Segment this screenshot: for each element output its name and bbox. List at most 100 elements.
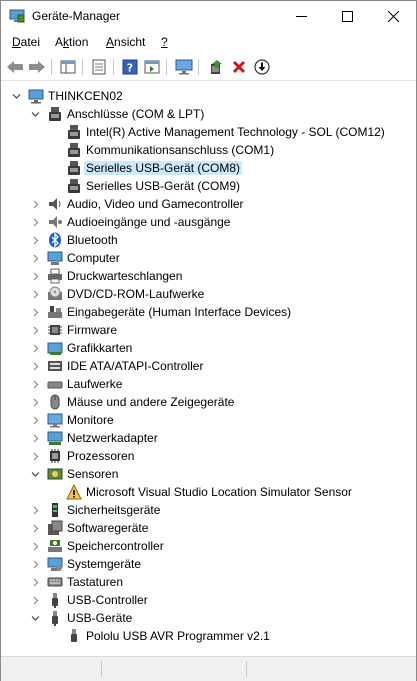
tree-item-label: Systemgeräte <box>67 557 142 571</box>
tree-item-label: Audio, Video und Gamecontroller <box>67 197 244 211</box>
collapsed-chevron-icon[interactable] <box>30 271 40 281</box>
minimize-button[interactable] <box>278 1 324 32</box>
category-item[interactable]: Mäuse und andere Zeigegeräte <box>1 393 416 411</box>
collapsed-chevron-icon[interactable] <box>30 307 40 317</box>
collapsed-chevron-icon[interactable] <box>30 541 40 551</box>
processor-icon <box>50 449 60 463</box>
category-item[interactable]: Firmware <box>1 321 416 339</box>
collapsed-chevron-icon[interactable] <box>30 433 40 443</box>
disable-device-button[interactable] <box>252 57 272 77</box>
properties-button[interactable] <box>89 57 109 77</box>
device-port[interactable]: Serielles USB-Gerät (COM8) <box>1 159 416 177</box>
menu-item-datei[interactable]: Datei <box>12 35 40 49</box>
collapsed-chevron-icon[interactable] <box>30 523 40 533</box>
expanded-chevron-icon[interactable] <box>11 91 21 101</box>
collapsed-chevron-icon[interactable] <box>30 235 40 245</box>
menu-bar: Datei Aktion Ansicht? <box>1 32 416 52</box>
menu-item-aktion[interactable]: Aktion <box>55 35 88 49</box>
category-item[interactable]: IDE ATA/ATAPI-Controller <box>1 357 416 375</box>
category-ports[interactable]: Anschlüsse (COM & LPT) <box>1 105 416 123</box>
category-item[interactable]: Computer <box>1 249 416 267</box>
menu-item-help[interactable]: ? <box>161 35 168 49</box>
category-item[interactable]: Netzwerkadapter <box>1 429 416 447</box>
category-item[interactable]: Monitore <box>1 411 416 429</box>
category-item[interactable]: Bluetooth <box>1 231 416 249</box>
scan-hardware-button[interactable] <box>174 57 194 77</box>
collapsed-chevron-icon[interactable] <box>30 595 40 605</box>
help-icon: ? <box>122 59 138 75</box>
device-tree: THINKCEN02 Anschlüsse (COM & LPT) Intel(R)… <box>1 81 416 656</box>
tree-root-computer[interactable]: THINKCEN02 <box>1 87 416 105</box>
arrow-left-icon <box>7 61 23 73</box>
collapsed-chevron-icon[interactable] <box>30 397 40 407</box>
category-item[interactable]: Sicherheitsgeräte <box>1 501 416 519</box>
category-item[interactable]: Audio, Video und Gamecontroller <box>1 195 416 213</box>
category-item[interactable]: Tastaturen <box>1 573 416 591</box>
device-port[interactable]: Kommunikationsanschluss (COM1) <box>1 141 416 159</box>
collapsed-chevron-icon[interactable] <box>30 253 40 263</box>
close-button[interactable] <box>370 1 416 32</box>
collapsed-chevron-icon[interactable] <box>30 559 40 569</box>
category-item[interactable]: Speichercontroller <box>1 537 416 555</box>
monitor-icon <box>47 413 63 428</box>
tree-item-label: Sicherheitsgeräte <box>67 503 161 517</box>
expanded-chevron-icon[interactable] <box>30 469 40 479</box>
collapsed-chevron-icon[interactable] <box>30 325 40 335</box>
collapsed-chevron-icon[interactable] <box>30 415 40 425</box>
menu-item-ansicht[interactable]: Ansicht <box>106 35 145 49</box>
computer-icon <box>28 89 44 104</box>
storage-controller-icon <box>48 540 62 552</box>
tree-item-label: Computer <box>67 251 120 265</box>
device-sensor[interactable]: Microsoft Visual Studio Location Simulat… <box>1 483 416 501</box>
collapsed-chevron-icon[interactable] <box>30 577 40 587</box>
category-item[interactable]: Laufwerke <box>1 375 416 393</box>
category-item[interactable]: DVD/CD-ROM-Laufwerke <box>1 285 416 303</box>
category-item[interactable]: Grafikkarten <box>1 339 416 357</box>
tree-item-label: Sensoren <box>67 467 119 481</box>
help-button[interactable]: ? <box>120 57 140 77</box>
uninstall-device-button[interactable] <box>229 57 249 77</box>
collapsed-chevron-icon[interactable] <box>30 505 40 515</box>
category-item[interactable]: Druckwarteschlangen <box>1 267 416 285</box>
tree-item-label: Mäuse und andere Zeigegeräte <box>67 395 235 409</box>
usb-icon <box>52 611 58 626</box>
category-sensors[interactable]: Sensoren <box>1 465 416 483</box>
collapsed-chevron-icon[interactable] <box>30 379 40 389</box>
bluetooth-icon <box>49 232 61 248</box>
speaker-icon <box>49 198 61 210</box>
window-title: Geräte-Manager <box>32 9 121 23</box>
device-port[interactable]: Serielles USB-Gerät (COM9) <box>1 177 416 195</box>
category-usb-devices[interactable]: USB-Geräte <box>1 609 416 627</box>
serial-port-icon <box>68 143 80 157</box>
update-driver-button[interactable] <box>206 57 226 77</box>
serial-port-icon <box>68 179 80 193</box>
category-item[interactable]: Softwaregeräte <box>1 519 416 537</box>
back-button[interactable] <box>5 57 25 77</box>
category-item[interactable]: Audioeingänge und -ausgänge <box>1 213 416 231</box>
collapsed-chevron-icon[interactable] <box>30 199 40 209</box>
collapsed-chevron-icon[interactable] <box>30 217 40 227</box>
forward-button[interactable] <box>27 57 47 77</box>
collapsed-chevron-icon[interactable] <box>30 361 40 371</box>
action-pane-button[interactable] <box>142 57 162 77</box>
maximize-button[interactable] <box>324 1 370 32</box>
tree-item-label: Microsoft Visual Studio Location Simulat… <box>86 485 352 499</box>
expanded-chevron-icon[interactable] <box>30 109 40 119</box>
device-usb[interactable]: Pololu USB AVR Programmer v2.1 <box>1 627 416 645</box>
usb-icon <box>52 593 58 608</box>
tree-item-label: Druckwarteschlangen <box>67 269 183 283</box>
device-port[interactable]: Intel(R) Active Management Technology - … <box>1 123 416 141</box>
title-bar: Geräte-Manager <box>1 1 416 32</box>
audio-io-icon <box>49 216 62 228</box>
show-hide-console-tree-button[interactable] <box>58 57 78 77</box>
expanded-chevron-icon[interactable] <box>30 613 40 623</box>
category-item[interactable]: Prozessoren <box>1 447 416 465</box>
category-item[interactable]: Systemgeräte <box>1 555 416 573</box>
collapsed-chevron-icon[interactable] <box>30 451 40 461</box>
tree-item-label: Laufwerke <box>67 377 123 391</box>
tree-item-label: Monitore <box>67 413 114 427</box>
collapsed-chevron-icon[interactable] <box>30 289 40 299</box>
category-item[interactable]: Eingabegeräte (Human Interface Devices) <box>1 303 416 321</box>
collapsed-chevron-icon[interactable] <box>30 343 40 353</box>
category-item[interactable]: USB-Controller <box>1 591 416 609</box>
